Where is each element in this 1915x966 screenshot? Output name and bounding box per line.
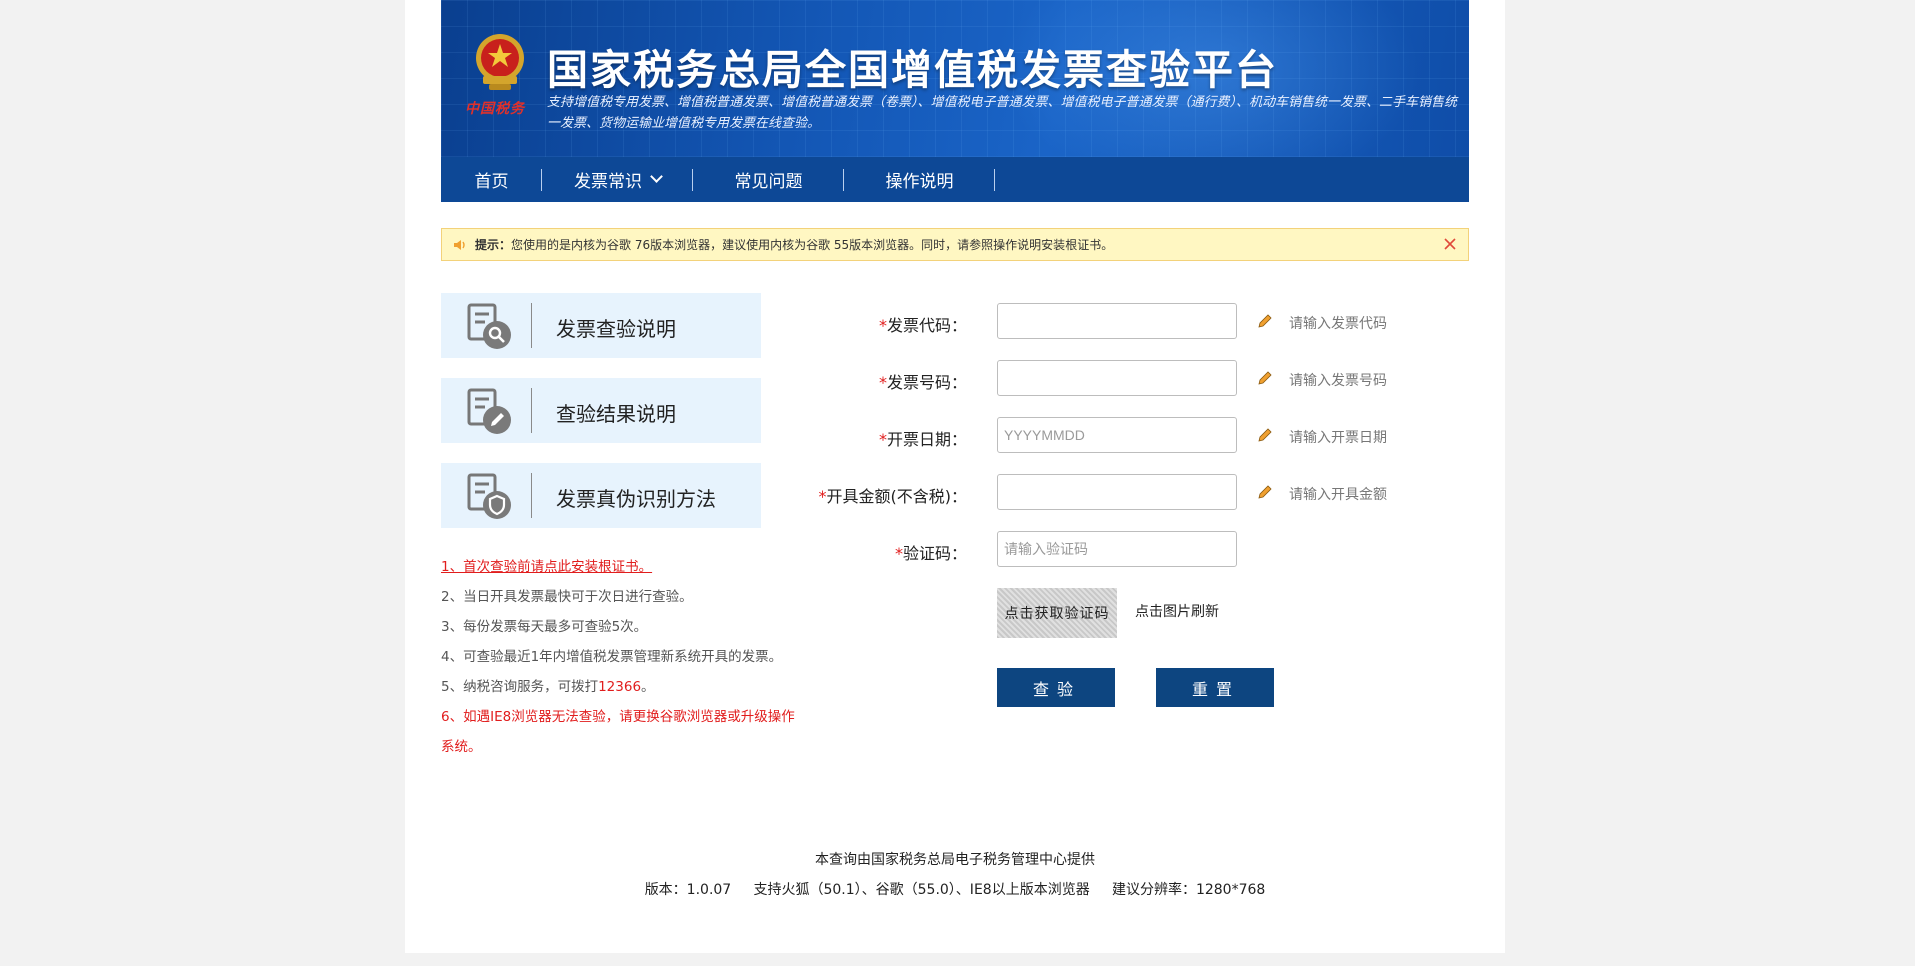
amount-input[interactable] bbox=[997, 474, 1237, 510]
pencil-icon bbox=[1258, 371, 1272, 385]
footer-provider: 本查询由国家税务总局电子税务管理中心提供 bbox=[815, 852, 1095, 868]
list-item: 6、如遇IE8浏览器无法查验，请更换谷歌浏览器或升级操作系统。 bbox=[441, 709, 795, 755]
issue-date-label: *开票日期： bbox=[878, 430, 967, 449]
pencil-icon bbox=[1258, 314, 1272, 328]
invoice-code-label: *发票代码： bbox=[878, 316, 967, 335]
notice-prefix: 提示： bbox=[475, 238, 512, 252]
tip-text: 。 bbox=[641, 679, 655, 695]
form-row-amount: *开具金额(不含税)： 请输入开具金额 bbox=[405, 474, 1505, 512]
invoice-code-hint: 请输入发票代码 bbox=[1289, 316, 1387, 332]
tip-text: 5、纳税咨询服务，可拨打 bbox=[441, 679, 599, 695]
form-row-invoice-code: *发票代码： 请输入发票代码 bbox=[405, 303, 1505, 341]
invoice-code-input[interactable] bbox=[997, 303, 1237, 339]
invoice-number-hint: 请输入发票号码 bbox=[1289, 373, 1387, 389]
list-item: 5、纳税咨询服务，可拨打12366。 bbox=[441, 672, 801, 702]
captcha-refresh-tip: 点击图片刷新 bbox=[1135, 604, 1219, 620]
reset-button[interactable]: 重置 bbox=[1156, 668, 1274, 707]
nav-item-invoice-knowledge[interactable]: 发票常识 bbox=[542, 157, 693, 202]
pencil-icon bbox=[1258, 428, 1272, 442]
page-container: 中国税务 国家税务总局全国增值税发票查验平台 支持增值税专用发票、增值税普通发票… bbox=[405, 0, 1505, 953]
amount-hint: 请输入开具金额 bbox=[1289, 487, 1387, 503]
form-row-captcha: *验证码： bbox=[405, 531, 1505, 569]
captcha-label: *验证码： bbox=[894, 544, 967, 563]
close-icon[interactable] bbox=[1442, 236, 1458, 252]
nav-item-faq[interactable]: 常见问题 bbox=[693, 157, 844, 202]
captcha-input[interactable] bbox=[997, 531, 1237, 567]
nav-item-home[interactable]: 首页 bbox=[441, 157, 542, 202]
captcha-image[interactable]: 点击获取验证码 bbox=[997, 588, 1117, 638]
notice-text: 您使用的是内核为谷歌 76版本浏览器，建议使用内核为谷歌 55版本浏览器。同时，… bbox=[511, 238, 1114, 252]
invoice-number-label: *发票号码： bbox=[878, 373, 967, 392]
nav-item-label: 常见问题 bbox=[734, 172, 803, 192]
amount-label: *开具金额(不含税)： bbox=[818, 487, 968, 506]
pencil-icon bbox=[1258, 485, 1272, 499]
footer-version-info: 版本：1.0.07 支持火狐（50.1）、谷歌（55.0）、IE8以上版本浏览器… bbox=[644, 882, 1266, 898]
list-item: 4、可查验最近1年内增值税发票管理新系统开具的发票。 bbox=[441, 649, 783, 665]
nav-item-label: 操作说明 bbox=[885, 172, 954, 192]
nav-item-instructions[interactable]: 操作说明 bbox=[844, 157, 995, 202]
site-title: 国家税务总局全国增值税发票查验平台 bbox=[547, 46, 1278, 94]
chevron-down-icon bbox=[650, 170, 663, 183]
main-nav: 首页 发票常识 常见问题 操作说明 bbox=[441, 157, 1469, 202]
notice-bar: 提示： 您使用的是内核为谷歌 76版本浏览器，建议使用内核为谷歌 55版本浏览器… bbox=[441, 228, 1469, 261]
tips-list: 1、首次查验前请点此安装根证书。 2、当日开具发票最快可于次日进行查验。 3、每… bbox=[441, 552, 801, 762]
submit-button[interactable]: 查验 bbox=[997, 668, 1115, 707]
national-emblem-icon bbox=[476, 34, 524, 90]
issue-date-input[interactable] bbox=[997, 417, 1237, 453]
issue-date-hint: 请输入开票日期 bbox=[1289, 430, 1387, 446]
form-row-invoice-number: *发票号码： 请输入发票号码 bbox=[405, 360, 1505, 398]
list-item: 2、当日开具发票最快可于次日进行查验。 bbox=[441, 589, 693, 605]
nav-item-label: 发票常识 bbox=[574, 172, 642, 192]
invoice-number-input[interactable] bbox=[997, 360, 1237, 396]
list-item: 3、每份发票每天最多可查验5次。 bbox=[441, 619, 648, 635]
site-subtitle: 支持增值税专用发票、增值税普通发票、增值税普通发票（卷票）、增值税电子普通发票、… bbox=[547, 95, 1458, 131]
nav-item-label: 首页 bbox=[474, 172, 509, 192]
hotline-number: 12366 bbox=[598, 679, 642, 695]
emblem-caption: 中国税务 bbox=[465, 101, 525, 117]
header-banner: 中国税务 国家税务总局全国增值税发票查验平台 支持增值税专用发票、增值税普通发票… bbox=[441, 0, 1469, 157]
speaker-icon bbox=[454, 239, 465, 250]
form-row-issue-date: *开票日期： 请输入开票日期 bbox=[405, 417, 1505, 455]
